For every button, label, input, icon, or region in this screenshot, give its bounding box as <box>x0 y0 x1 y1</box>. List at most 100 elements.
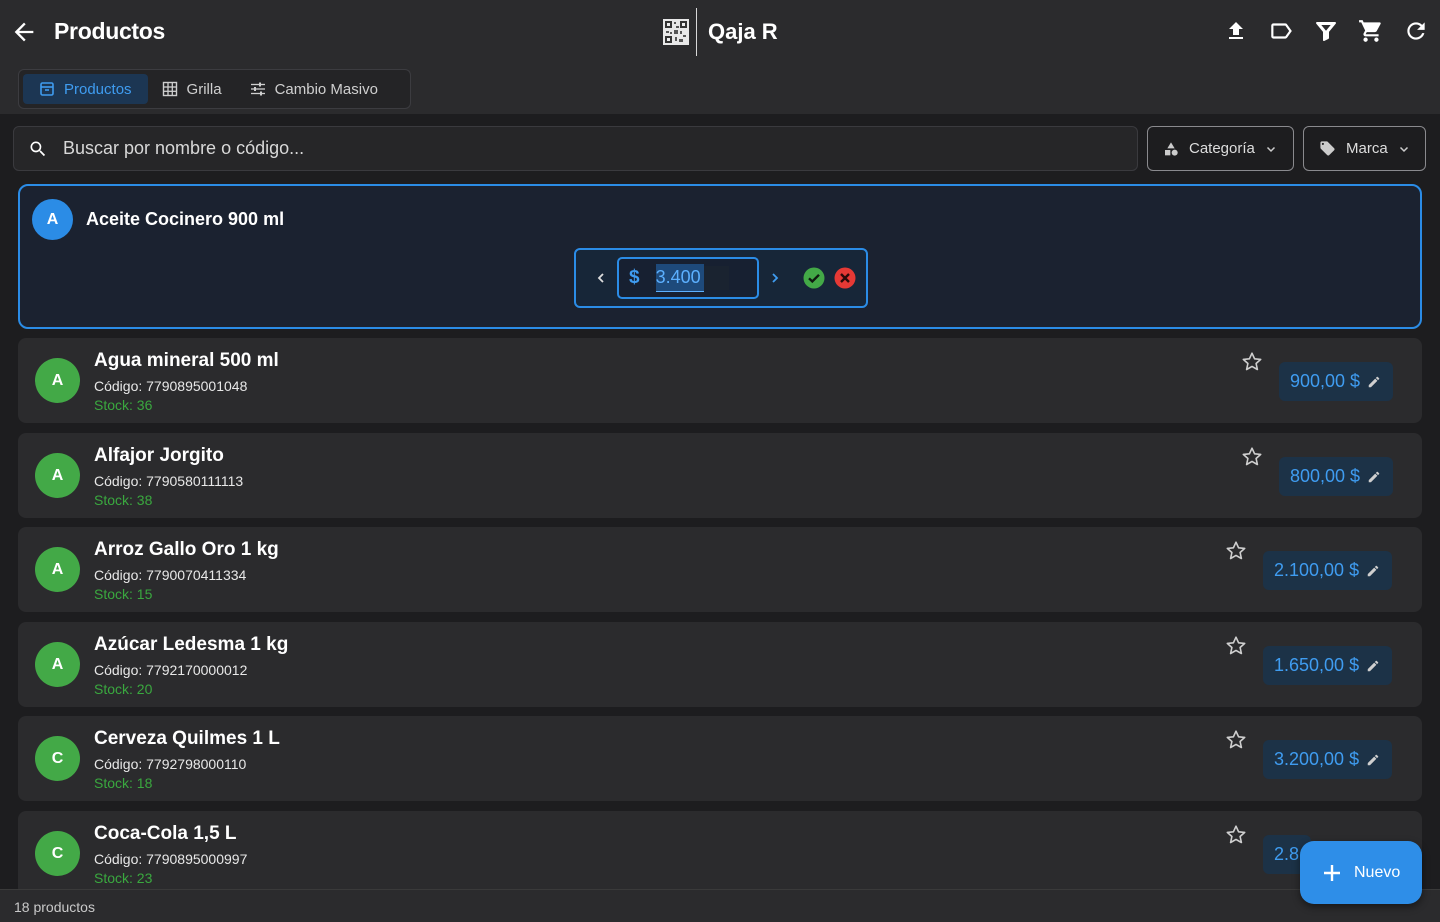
refresh-icon[interactable] <box>1402 17 1430 45</box>
price-button[interactable]: 2.100,00 $ <box>1263 551 1393 590</box>
app-bar: Productos Qaja R <box>0 0 1440 64</box>
chevron-down-icon <box>1399 146 1408 152</box>
price-value[interactable]: 3.400 <box>655 264 704 292</box>
filter-icon[interactable] <box>1312 17 1340 45</box>
star-icon[interactable] <box>1224 728 1248 752</box>
confirm-check-icon[interactable] <box>803 267 825 289</box>
edit-pencil-icon <box>1368 376 1380 387</box>
back-arrow-icon[interactable] <box>10 18 38 46</box>
tab-cambio-masivo[interactable]: Cambio Masivo <box>236 74 392 104</box>
product-stock: Stock: 38 <box>94 492 153 508</box>
product-code: Código: 7790895001048 <box>94 378 248 394</box>
search-input[interactable] <box>63 138 1137 159</box>
cancel-x-icon[interactable] <box>834 267 856 289</box>
label-icon[interactable] <box>1267 17 1295 45</box>
input-selection <box>703 266 729 290</box>
status-bar: 18 productos <box>0 889 1440 922</box>
tab-productos[interactable]: Productos <box>23 74 148 104</box>
price-button[interactable]: 3.200,00 $ <box>1263 740 1393 779</box>
toolbar-actions <box>1222 17 1430 45</box>
price-button[interactable]: 1.650,00 $ <box>1263 646 1393 685</box>
product-name: Alfajor Jorgito <box>94 445 224 466</box>
brand-filter-label: Marca <box>1346 140 1388 157</box>
category-icon <box>1165 141 1178 156</box>
product-stock: Stock: 36 <box>94 397 153 413</box>
product-stock: Stock: 20 <box>94 681 153 697</box>
product-code: Código: 7790895000997 <box>94 851 248 867</box>
edit-pencil-icon <box>1367 565 1379 576</box>
product-name: Aceite Cocinero 900 ml <box>86 209 285 229</box>
list-item[interactable]: A Azúcar Ledesma 1 kg Código: 7792170000… <box>18 622 1422 707</box>
product-count: 18 productos <box>14 899 95 915</box>
search-bar <box>13 126 1138 171</box>
tab-grilla[interactable]: Grilla <box>148 74 236 104</box>
brand: Qaja R <box>662 8 778 56</box>
edit-pencil-icon <box>1368 471 1380 482</box>
price-editor: $ 3.400 <box>574 248 868 308</box>
edit-pencil-icon <box>1367 660 1379 671</box>
product-name: Arroz Gallo Oro 1 kg <box>94 539 279 560</box>
upload-icon[interactable] <box>1222 17 1250 45</box>
category-filter-label: Categoría <box>1189 140 1255 157</box>
price-label: 800,00 $ <box>1290 466 1361 486</box>
currency-symbol: $ <box>629 267 640 288</box>
price-button[interactable]: 800,00 $ <box>1279 457 1394 496</box>
avatar: A <box>35 642 80 687</box>
avatar: A <box>35 358 80 403</box>
cart-icon[interactable] <box>1357 17 1385 45</box>
tab-label: Productos <box>64 80 132 98</box>
brand-filter-dropdown[interactable]: Marca <box>1303 126 1426 171</box>
price-label: 2.100,00 $ <box>1274 560 1360 580</box>
star-icon[interactable] <box>1224 539 1248 563</box>
category-filter-dropdown[interactable]: Categoría <box>1147 126 1294 171</box>
avatar: C <box>35 736 80 781</box>
tag-icon <box>1320 141 1335 156</box>
product-code: Código: 7792798000110 <box>94 756 247 772</box>
star-icon[interactable] <box>1240 350 1264 374</box>
new-product-button[interactable]: Nuevo <box>1300 841 1422 904</box>
avatar: A <box>35 547 80 592</box>
product-name: Cerveza Quilmes 1 L <box>94 728 280 749</box>
star-icon[interactable] <box>1224 823 1248 847</box>
price-label: 3.200,00 $ <box>1274 749 1360 769</box>
plus-icon <box>1324 864 1340 881</box>
search-icon <box>30 141 46 156</box>
view-segmented-control: Productos Grilla Cambio Masivo <box>18 69 411 109</box>
product-name: Azúcar Ledesma 1 kg <box>94 634 289 655</box>
product-name: Coca-Cola 1,5 L <box>94 823 237 844</box>
box-icon <box>40 82 54 96</box>
star-icon[interactable] <box>1240 445 1264 469</box>
price-label: 1.650,00 $ <box>1274 655 1360 675</box>
tab-bar: Productos Grilla Cambio Masivo <box>0 64 1440 114</box>
product-edit-card: A Aceite Cocinero 900 ml $ 3.400 <box>18 184 1422 329</box>
page-title: Productos <box>54 18 166 44</box>
product-stock: Stock: 23 <box>94 870 153 886</box>
price-label: 900,00 $ <box>1290 371 1361 391</box>
new-product-label: Nuevo <box>1354 863 1401 881</box>
brand-name: Qaja R <box>708 19 778 44</box>
price-input[interactable]: $ 3.400 <box>617 257 759 299</box>
chevron-right-icon[interactable] <box>763 266 787 290</box>
star-icon[interactable] <box>1224 634 1248 658</box>
price-label: 2.8 <box>1274 844 1300 864</box>
product-stock: Stock: 15 <box>94 586 153 602</box>
list-item[interactable]: A Alfajor Jorgito Código: 7790580111113 … <box>18 433 1422 518</box>
grid-icon <box>162 81 177 97</box>
list-item[interactable]: A Arroz Gallo Oro 1 kg Código: 779007041… <box>18 527 1422 612</box>
price-button[interactable]: 900,00 $ <box>1279 362 1394 401</box>
avatar: A <box>32 199 73 240</box>
edit-pencil-icon <box>1367 754 1379 765</box>
product-name: Agua mineral 500 ml <box>94 350 279 371</box>
product-code: Código: 7790580111113 <box>94 473 244 489</box>
list-item[interactable]: A Agua mineral 500 ml Código: 7790895001… <box>18 338 1422 423</box>
list-item[interactable]: C Coca-Cola 1,5 L Código: 7790895000997 … <box>18 811 1422 896</box>
chevron-left-icon[interactable] <box>589 266 613 290</box>
product-code: Código: 7790070411334 <box>94 567 247 583</box>
avatar: A <box>35 453 80 498</box>
tab-label: Grilla <box>186 80 222 98</box>
product-stock: Stock: 18 <box>94 775 153 791</box>
list-item[interactable]: C Cerveza Quilmes 1 L Código: 7792798000… <box>18 716 1422 801</box>
tab-label: Cambio Masivo <box>274 80 378 98</box>
product-code: Código: 7792170000012 <box>94 662 248 678</box>
sliders-icon <box>250 82 265 96</box>
